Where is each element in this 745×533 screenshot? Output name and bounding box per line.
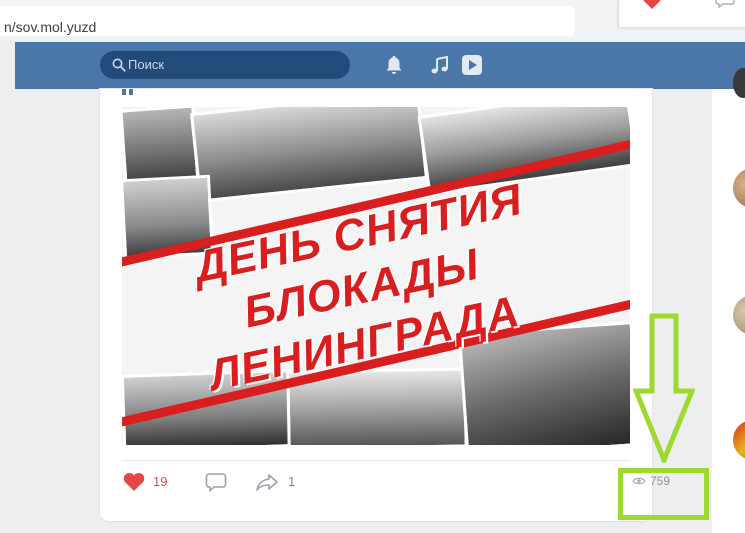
bell-icon[interactable] bbox=[385, 55, 403, 75]
search-placeholder: Поиск bbox=[128, 57, 165, 72]
browser-toolbar: n/sov.mol.yuzd bbox=[0, 0, 745, 40]
comment-icon[interactable] bbox=[205, 472, 227, 492]
page: n/sov.mol.yuzd Поиск ДЕНЬ СНЯТИЯ БЛОКАДЫ… bbox=[0, 0, 745, 533]
search-icon bbox=[112, 58, 126, 72]
address-bar[interactable]: n/sov.mol.yuzd bbox=[0, 6, 575, 36]
down-arrow-annotation bbox=[633, 313, 695, 463]
address-bar-url[interactable]: n/sov.mol.yuzd bbox=[4, 19, 96, 35]
play-icon[interactable] bbox=[461, 54, 483, 76]
post-card: ДЕНЬ СНЯТИЯ БЛОКАДЫ ЛЕНИНГРАДА 19 1 759 bbox=[100, 89, 670, 521]
heart-icon[interactable] bbox=[122, 472, 146, 492]
archive-photo bbox=[189, 107, 429, 203]
like-count[interactable]: 19 bbox=[153, 474, 167, 489]
share-count[interactable]: 1 bbox=[288, 474, 295, 489]
heart-icon[interactable] bbox=[640, 0, 664, 10]
author-avatar-fragment[interactable] bbox=[122, 89, 134, 95]
site-header: Поиск bbox=[15, 42, 745, 89]
post-divider bbox=[122, 460, 630, 461]
post-image[interactable]: ДЕНЬ СНЯТИЯ БЛОКАДЫ ЛЕНИНГРАДА bbox=[122, 107, 630, 445]
music-icon[interactable] bbox=[430, 55, 450, 75]
comment-icon[interactable] bbox=[715, 0, 735, 8]
share-icon[interactable] bbox=[255, 472, 279, 492]
post-actions: 19 1 759 bbox=[122, 464, 670, 500]
search-input[interactable]: Поиск bbox=[100, 51, 350, 79]
highlight-box-annotation bbox=[618, 468, 709, 520]
